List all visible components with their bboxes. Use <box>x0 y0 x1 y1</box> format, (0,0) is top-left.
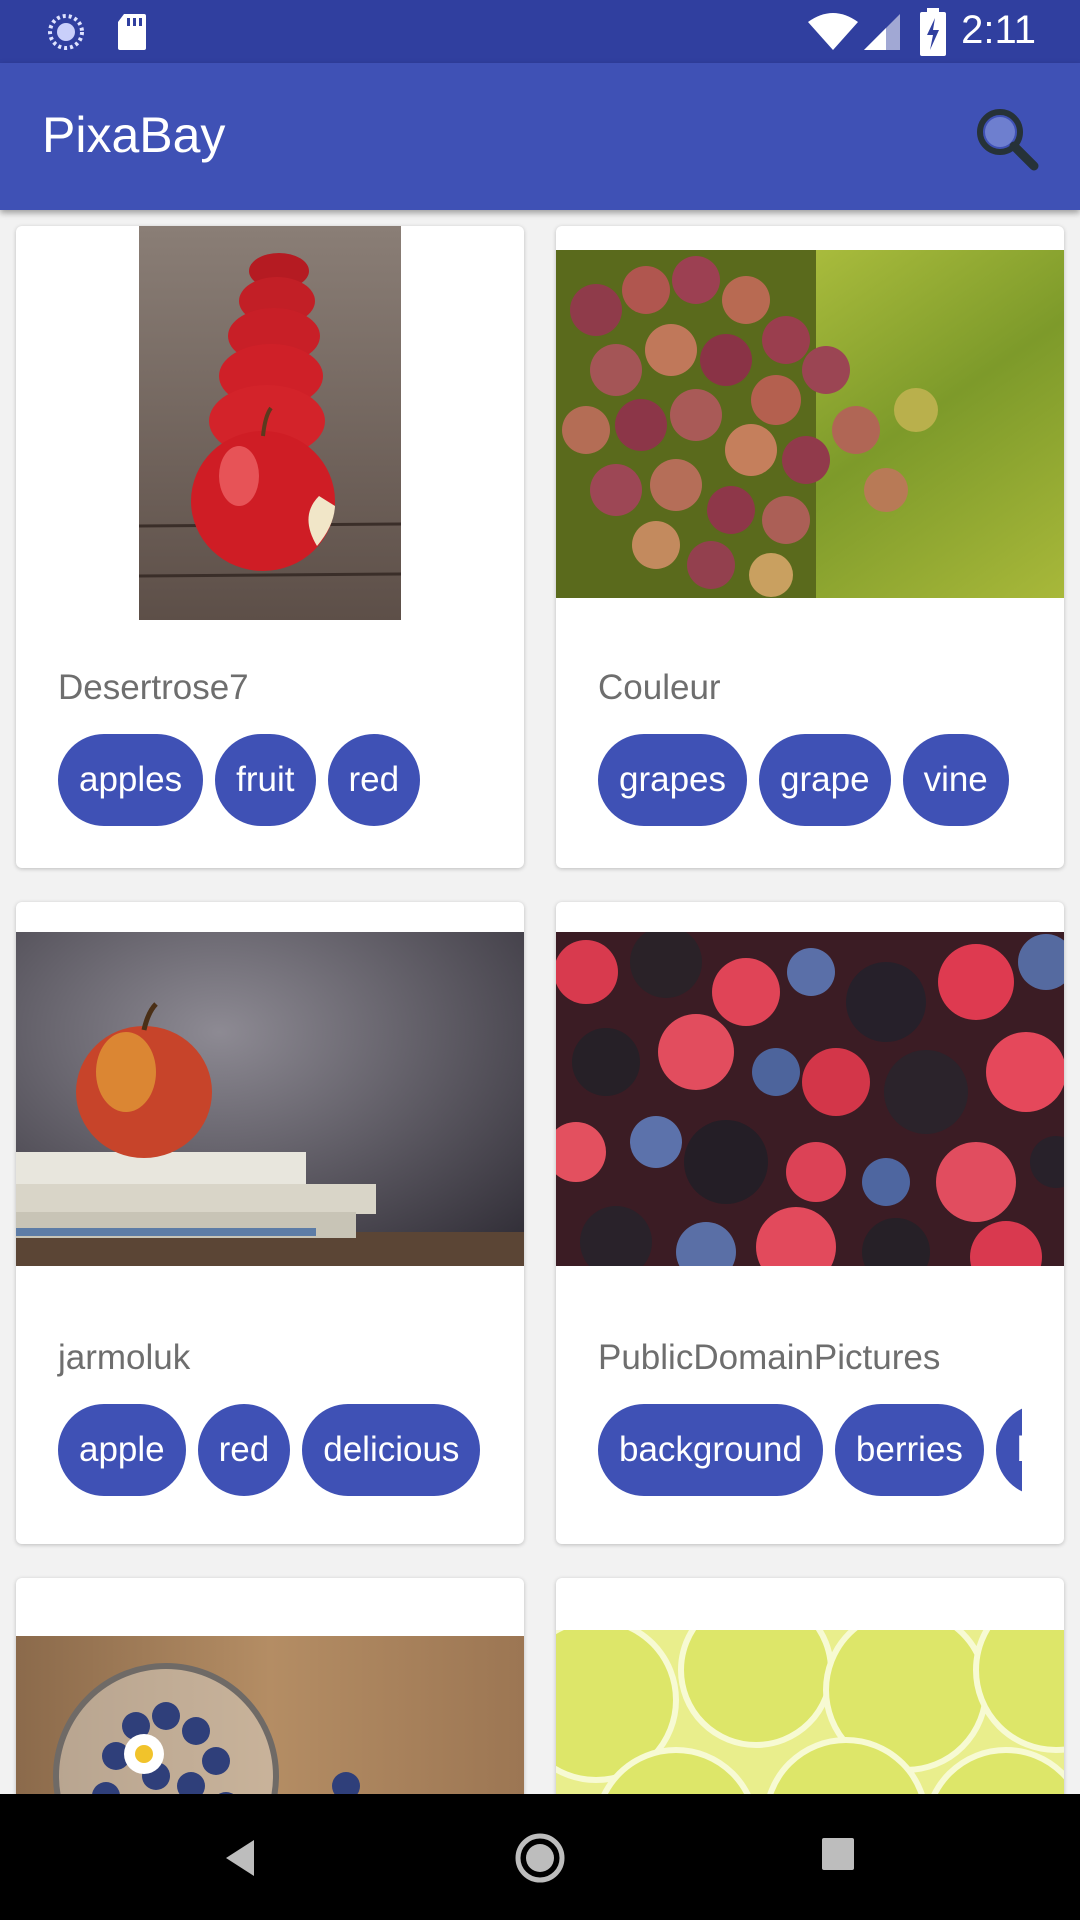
image-card[interactable] <box>556 1578 1064 1794</box>
sd-card-icon <box>118 14 146 50</box>
tag-chip[interactable]: red <box>197 1404 291 1496</box>
image-card[interactable]: PublicDomainPictures backgroundberriesbl… <box>556 902 1064 1544</box>
tag-chip[interactable]: blackberries <box>995 1404 1022 1496</box>
image-card[interactable] <box>16 1578 524 1794</box>
photo-limes[interactable] <box>556 1630 1064 1794</box>
tag-chip[interactable]: fruit <box>215 734 316 826</box>
tag-chip[interactable]: red <box>327 734 421 826</box>
back-icon[interactable] <box>218 1834 266 1882</box>
tag-list: apples fruit red <box>58 734 498 826</box>
tag-chip[interactable]: apples <box>58 734 204 826</box>
clock: 2:11 <box>961 8 1036 52</box>
search-icon[interactable] <box>972 104 1042 174</box>
tag-chip[interactable]: grape <box>759 734 891 826</box>
photo-apples[interactable] <box>139 226 401 620</box>
image-card[interactable]: jarmoluk apple red delicious <box>16 902 524 1544</box>
wifi-icon <box>808 13 858 50</box>
card-username: Couleur <box>598 668 721 707</box>
tag-chip[interactable]: vine <box>902 734 1009 826</box>
recents-icon[interactable] <box>820 1836 856 1872</box>
photo-grapes[interactable] <box>556 250 1064 598</box>
tag-chip[interactable]: apple <box>58 1404 186 1496</box>
photo-apple-books[interactable] <box>16 932 524 1266</box>
tag-list: backgroundberries blackberries <box>598 1404 1022 1496</box>
image-grid: Desertrose7 apples fruit red Couleur gra… <box>0 210 1080 1794</box>
home-icon[interactable] <box>512 1830 568 1886</box>
card-username: PublicDomainPictures <box>598 1338 941 1377</box>
tag-chip[interactable]: delicious <box>302 1404 481 1496</box>
tag-chip[interactable]: grapes <box>598 734 748 826</box>
image-card[interactable]: Desertrose7 apples fruit red <box>16 226 524 868</box>
photo-berries[interactable] <box>556 932 1064 1266</box>
card-username: Desertrose7 <box>58 668 249 707</box>
card-username: jarmoluk <box>58 1338 191 1377</box>
battery-charging-icon <box>920 8 946 56</box>
photo-blueberries[interactable] <box>16 1636 524 1794</box>
app-bar: PixaBay <box>0 63 1080 210</box>
app-title: PixaBay <box>42 107 226 163</box>
navigation-bar <box>0 1794 1080 1920</box>
tag-chip[interactable]: background <box>598 1404 823 1496</box>
tag-list: apple red delicious <box>58 1404 484 1496</box>
image-card[interactable]: Couleur grapes grape vine <box>556 226 1064 868</box>
status-bar: 2:11 <box>0 0 1080 63</box>
sync-icon <box>48 14 84 50</box>
tag-list: grapes grape vine <box>598 734 1038 826</box>
signal-icon <box>864 14 900 50</box>
tag-chip[interactable]: berries <box>834 1404 984 1496</box>
